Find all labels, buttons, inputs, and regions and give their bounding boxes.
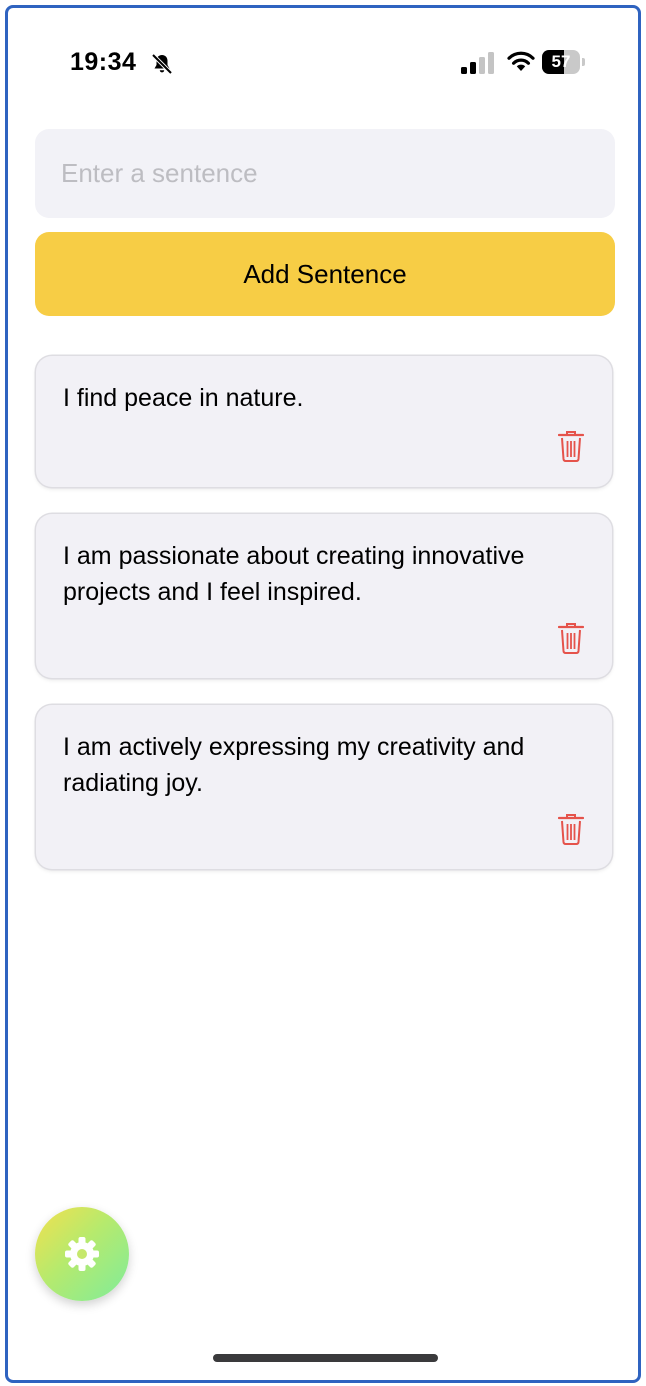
gear-icon [65,1237,99,1271]
sentence-input[interactable] [35,129,615,218]
trash-icon[interactable] [558,622,584,654]
bell-slash-icon [151,53,173,75]
sentence-text: I am actively expressing my creativity a… [63,733,525,797]
sentence-card: I am actively expressing my creativity a… [36,705,612,869]
signal-icon [461,52,494,74]
status-time: 19:34 [70,48,137,76]
settings-button[interactable] [35,1207,129,1301]
battery-level: 57 [551,52,571,71]
sentence-card: I find peace in nature. [36,356,612,487]
home-indicator[interactable] [213,1354,438,1362]
sentence-text: I am passionate about creating innovativ… [63,542,525,606]
battery-icon: 57 [542,50,586,74]
sentence-card: I am passionate about creating innovativ… [36,514,612,678]
wifi-icon [507,51,535,71]
trash-icon[interactable] [558,813,584,845]
phone-screen: 19:34 57 Add Sentence I find peace in na… [5,5,641,1383]
sentence-text: I find peace in nature. [63,384,304,412]
trash-icon[interactable] [558,430,584,462]
add-sentence-button[interactable]: Add Sentence [35,232,615,316]
